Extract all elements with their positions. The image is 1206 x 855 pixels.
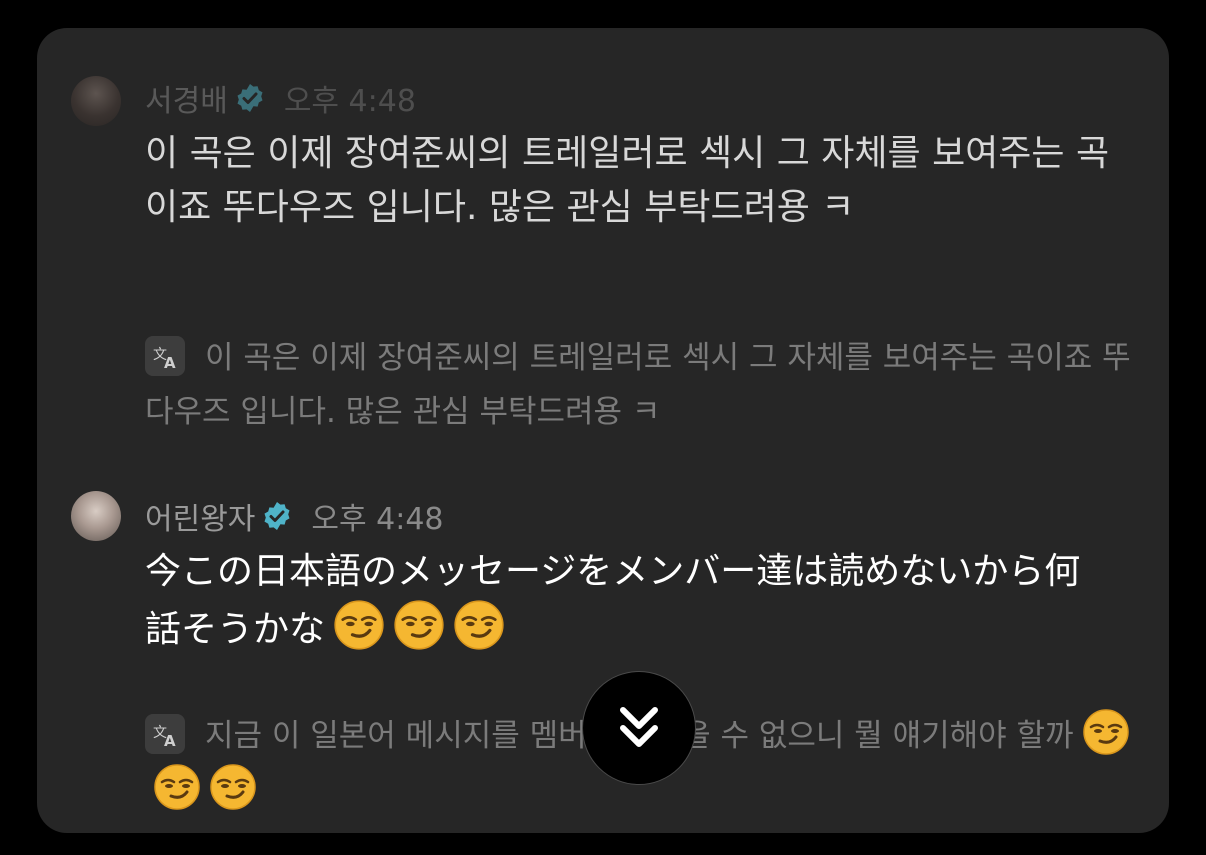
smirking-face-emoji xyxy=(153,763,201,811)
author-name[interactable]: 서경배 xyxy=(145,76,228,120)
smirking-face-emoji xyxy=(209,763,257,811)
message-time: 오후 4:48 xyxy=(283,84,416,119)
svg-text:A: A xyxy=(164,354,176,372)
author-name[interactable]: 어린왕자 xyxy=(145,494,255,538)
translation-text: 이 곡은 이제 장여준씨의 트레일러로 섹시 그 자체를 보여주는 곡이죠 뚜다… xyxy=(145,340,1131,430)
translation: 文A 이 곡은 이제 장여준씨의 트레일러로 섹시 그 자체를 보여주는 곡이죠… xyxy=(145,331,1135,439)
smirking-face-emoji xyxy=(393,599,445,651)
message-header: 서경배 오후 4:48 xyxy=(145,76,416,120)
smirking-face-emoji xyxy=(453,599,505,651)
message-text-content: 今この日本語のメッセージをメンバー達は読めないから何話そうかな xyxy=(145,551,1081,650)
message-text: 이 곡은 이제 장여준씨의 트레일러로 섹시 그 자체를 보여주는 곡이죠 뚜다… xyxy=(145,133,1110,228)
avatar[interactable] xyxy=(71,76,121,126)
chevron-double-down-icon xyxy=(620,707,658,747)
smirking-face-emoji xyxy=(333,599,385,651)
translate-icon[interactable]: 文A xyxy=(145,336,185,376)
verified-badge-icon xyxy=(234,82,266,114)
message-header: 어린왕자 오후 4:48 xyxy=(145,494,444,538)
avatar[interactable] xyxy=(71,491,121,541)
translate-icon[interactable]: 文A xyxy=(145,714,185,754)
svg-text:A: A xyxy=(164,732,176,750)
verified-badge-icon xyxy=(261,500,293,532)
emoji-row xyxy=(325,600,505,650)
scroll-to-bottom-button[interactable] xyxy=(582,671,696,785)
chat-panel: 서경배 오후 4:48 이 곡은 이제 장여준씨의 트레일러로 섹시 그 자체를… xyxy=(37,28,1169,833)
message-text: 今この日本語のメッセージをメンバー達は読めないから何話そうかな xyxy=(145,545,1115,657)
message-time: 오후 4:48 xyxy=(311,502,444,537)
smirking-face-emoji xyxy=(1082,708,1130,756)
